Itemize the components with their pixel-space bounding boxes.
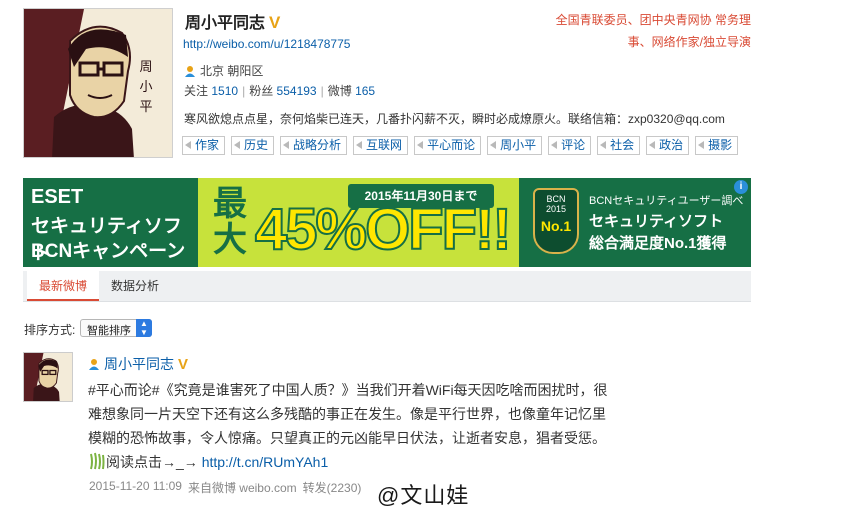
tag-item[interactable]: 历史: [231, 136, 275, 155]
tag-item[interactable]: 战略分析: [280, 136, 348, 155]
ad-category: セキュリティソフト: [589, 213, 724, 230]
svg-text:小: 小: [139, 80, 152, 95]
tag-item[interactable]: 社会: [597, 136, 641, 155]
medal-label: BCN: [546, 194, 566, 204]
post-timestamp[interactable]: 2015-11-20 11:09: [89, 479, 182, 496]
profile-stats: 关注 1510 | 粉丝 554193 | 微博 165: [184, 82, 375, 99]
repost-button[interactable]: 转发(2230): [303, 479, 362, 496]
post-author: 周小平同志 V: [88, 354, 188, 374]
post-body: #平心而论#《究竟是谁害死了中国人质？》当我们开着WiFi每天因吃啥而困扰时，很…: [88, 378, 618, 474]
ad-banner[interactable]: ESET セキュリティソフト BCNキャンペーン 最 大 45%OFF!! 20…: [23, 178, 751, 267]
stats-divider: |: [242, 84, 246, 98]
verified-icon[interactable]: V: [269, 13, 280, 32]
post-author-link[interactable]: 周小平同志: [104, 354, 174, 374]
medal-rank: No.1: [540, 218, 572, 234]
ad-right-panel: BCN 2015 No.1 BCNセキュリティユーザー調べ セキュリティソフト …: [519, 178, 751, 267]
watermark: @文山娃: [377, 483, 470, 508]
tag-item[interactable]: 周小平: [487, 136, 543, 155]
profile-tags: 作家 历史 战略分析 互联网 平心而论 周小平 评论 社会 政治 摄影: [182, 136, 739, 155]
ad-campaign: BCNキャンペーン: [31, 241, 186, 262]
medal-year: 2015: [545, 204, 567, 214]
ad-deadline: 2015年11月30日まで: [348, 184, 494, 208]
tag-item[interactable]: 摄影: [695, 136, 739, 155]
profile-avatar[interactable]: 周 小 平: [23, 8, 173, 158]
avatar-illustration: [24, 353, 72, 401]
post-avatar[interactable]: [23, 352, 73, 402]
user-icon: [185, 65, 195, 77]
svg-text:周: 周: [139, 60, 152, 75]
weibo-count-link[interactable]: 165: [355, 84, 375, 98]
ad-left-panel: ESET セキュリティソフト BCNキャンペーン: [23, 178, 198, 267]
profile-name-text: 周小平同志: [185, 15, 266, 32]
award-medal-icon: BCN 2015 No.1: [533, 188, 579, 254]
tag-item[interactable]: 平心而论: [414, 136, 482, 155]
post-text-line: #平心而论#《究竟是谁害死了中国人质？》当我们开着WiFi每天因吃啥而困扰时，很: [88, 382, 608, 398]
read-more-text: 阅读点击→_→: [106, 454, 198, 470]
profile-title-line: 事、网络作家/独立导演: [627, 35, 751, 49]
chevron-updown-icon: ▲ ▼: [136, 319, 152, 337]
verified-icon[interactable]: V: [178, 356, 188, 373]
feed-tabs: 最新微博 数据分析: [23, 271, 751, 302]
willow-emoji-icon: [90, 452, 105, 470]
user-icon: [89, 359, 99, 370]
profile-description: 寒风欲熄点点星，奈何焰柴已连天，几番扑闪薪不灭，瞬时必成燎原火。联络信箱：zxp…: [184, 112, 725, 126]
profile-title-line: 全国青联委员、团中央青网协 常务理: [555, 13, 751, 27]
short-link[interactable]: http://t.cn/RUmYAh1: [202, 454, 329, 470]
ad-survey: BCNセキュリティユーザー調べ: [589, 195, 744, 207]
profile-title: 全国青联委员、团中央青网协 常务理 事、网络作家/独立导演: [541, 9, 751, 53]
sort-label: 排序方式:: [24, 323, 76, 337]
tag-item[interactable]: 作家: [182, 136, 226, 155]
profile-name: 周小平同志 V: [185, 9, 280, 33]
post-link-line: 阅读点击→_→ http://t.cn/RUmYAh1: [88, 450, 618, 474]
location-text: 北京 朝阳区: [200, 64, 264, 78]
ad-info-icon[interactable]: i: [734, 180, 748, 194]
tag-item[interactable]: 评论: [548, 136, 592, 155]
svg-text:平: 平: [139, 100, 152, 115]
fans-count-link[interactable]: 554193: [277, 84, 317, 98]
ad-discount: 45%OFF!!: [254, 197, 513, 262]
sort-select[interactable]: 智能排序 ▲ ▼: [80, 319, 152, 337]
post-meta: 2015-11-20 11:09 来自微博 weibo.com 转发(2230): [89, 479, 361, 496]
tab-data-analysis[interactable]: 数据分析: [99, 271, 171, 301]
follow-label: 关注: [184, 84, 209, 98]
ad-brand: ESET: [31, 186, 84, 208]
tab-latest-weibo[interactable]: 最新微博: [27, 271, 100, 301]
post-text-line: 难想象同一片天空下还有这么多残酷的事正在发生。像是平行世界，也像童年记忆里: [88, 406, 606, 422]
ad-max-char-1: 最: [213, 185, 247, 223]
tag-item[interactable]: 互联网: [353, 136, 409, 155]
sort-selected-value: 智能排序: [87, 325, 131, 337]
post-text-line: 模糊的恐怖故事，令人惊痛。只望真正的元凶能早日伏法，让逝者安息，猖者受惩。: [88, 430, 606, 446]
location-row: 北京 朝阳区: [184, 62, 263, 79]
ad-award: 総合満足度No.1獲得: [589, 235, 727, 252]
avatar-illustration: 周 小 平: [24, 9, 172, 157]
stats-divider: |: [320, 84, 324, 98]
follow-count-link[interactable]: 1510: [211, 84, 238, 98]
ad-max-char-2: 大: [213, 221, 247, 259]
profile-url-link[interactable]: http://weibo.com/u/1218478775: [183, 37, 350, 51]
tag-item[interactable]: 政治: [646, 136, 690, 155]
post-source: 来自微博 weibo.com: [187, 481, 297, 495]
fans-label: 粉丝: [249, 84, 274, 98]
weibo-label: 微博: [327, 84, 352, 98]
